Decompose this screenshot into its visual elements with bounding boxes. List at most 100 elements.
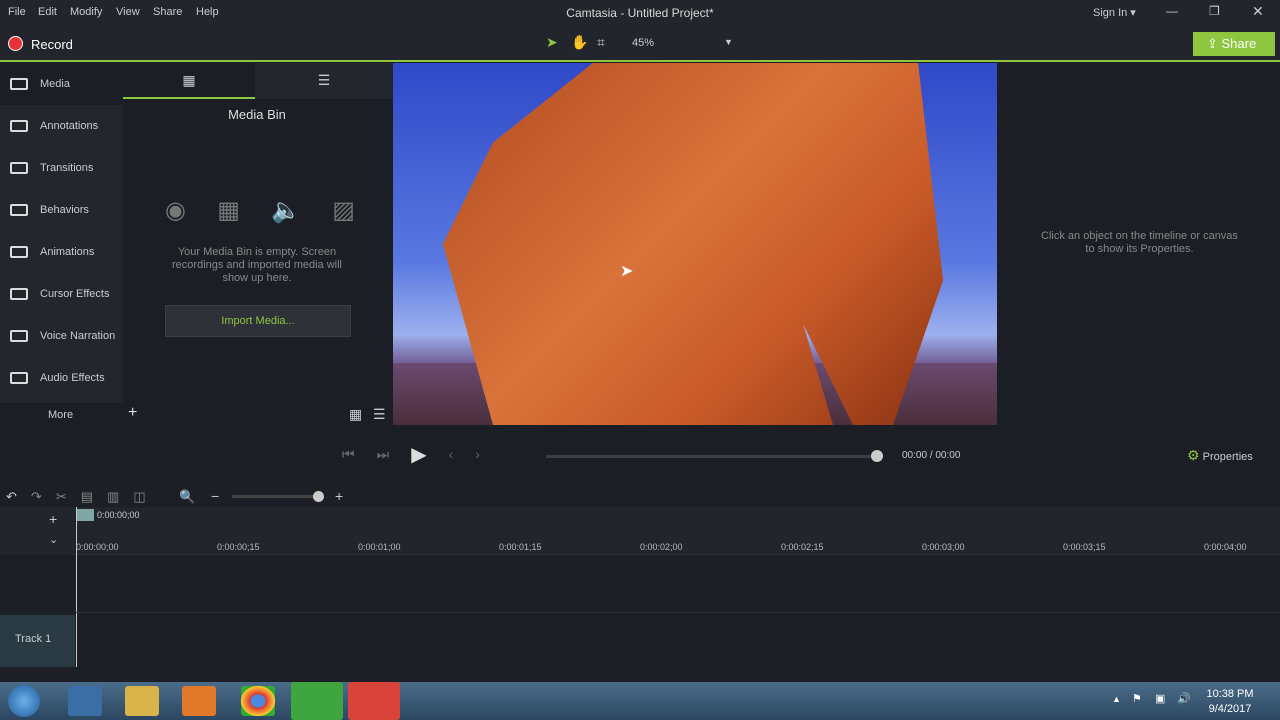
window-title: Camtasia - Untitled Project* (566, 6, 714, 20)
transition-icon (10, 162, 28, 174)
undo-icon[interactable]: ↶ (6, 489, 17, 505)
add-icon[interactable]: + (128, 404, 137, 422)
scrubber-handle[interactable] (871, 450, 883, 462)
film-icon: ▦ (182, 72, 196, 88)
properties-label: Properties (1202, 451, 1253, 463)
animation-icon (10, 246, 28, 258)
taskbar-chrome-icon[interactable] (241, 686, 275, 716)
share-button[interactable]: ⇪ Share (1193, 32, 1275, 56)
tab-library[interactable]: ☰ (255, 63, 393, 99)
add-track-button[interactable]: + (49, 511, 57, 527)
empty-message: Your Media Bin is empty. Screen recordin… (172, 246, 342, 284)
step-forward-icon[interactable]: ⏭ (377, 446, 390, 467)
record-button[interactable]: Record (31, 37, 73, 52)
maximize-button[interactable]: ❐ (1209, 4, 1220, 18)
properties-button[interactable]: ⚙ Properties (1187, 447, 1253, 464)
cursor-icon (10, 288, 28, 300)
redo-icon[interactable]: ↷ (31, 489, 42, 505)
paste-icon[interactable]: ▥ (107, 489, 119, 505)
minimize-button[interactable]: — (1166, 4, 1178, 18)
zoom-out-button[interactable]: − (211, 488, 219, 504)
import-media-button[interactable]: Import Media... (165, 305, 351, 337)
sidebar-label: Animations (40, 246, 95, 258)
sidebar-label: Behaviors (40, 204, 89, 216)
timeline-zoom-slider[interactable] (232, 495, 320, 498)
scrubber-track[interactable] (546, 455, 880, 458)
track-controls: + ⌄ (0, 507, 75, 555)
sidebar-item-media[interactable]: Media (0, 63, 123, 105)
start-button[interactable] (8, 685, 40, 717)
microphone-icon (10, 330, 28, 342)
properties-panel: Click an object on the timeline or canva… (997, 63, 1280, 483)
grid-view-icon[interactable]: ▦ (349, 406, 362, 423)
sidebar-label: Voice Narration (40, 330, 116, 342)
zoom-icon: 🔍 (179, 489, 196, 504)
speaker-icon (10, 372, 28, 384)
tick-label: 0:00:01;00 (358, 542, 401, 552)
crop-tool-icon[interactable]: ⌗ (597, 34, 605, 51)
share-label: Share (1221, 36, 1257, 51)
zoom-value: 45% (632, 37, 655, 49)
media-type-icons: ◉ ▦ 🔈 ▨ (165, 196, 355, 225)
more-button[interactable]: More (48, 409, 73, 421)
tick-label: 0:00:02;00 (640, 542, 683, 552)
close-button[interactable]: ✕ (1252, 3, 1264, 20)
sidebar-item-audio-effects[interactable]: Audio Effects (0, 357, 123, 399)
sidebar-item-annotations[interactable]: Annotations (0, 105, 123, 147)
gear-icon: ⚙ (1187, 447, 1200, 463)
clock[interactable]: 10:38 PM 9/4/2017 (1200, 687, 1260, 717)
zoom-in-button[interactable]: + (335, 488, 343, 504)
film-icon (10, 78, 28, 90)
taskbar-camtasia-icon[interactable] (291, 682, 343, 720)
previous-icon[interactable]: ‹ (449, 446, 454, 467)
volume-icon[interactable]: 🔊 (1177, 692, 1191, 705)
sidebar-label: Transitions (40, 162, 94, 174)
tab-media-bin[interactable]: ▦ (123, 63, 255, 99)
flag-icon[interactable]: ⚑ (1132, 692, 1142, 705)
menu-bar: File Edit Modify View Share Help Camtasi… (0, 0, 1280, 25)
playback-controls: ⏮ ⏭ ▶ ‹ › (342, 444, 480, 467)
copy-icon[interactable]: ▤ (81, 489, 93, 505)
rock-arch-legs (443, 63, 943, 425)
zoom-slider-handle[interactable] (313, 491, 324, 502)
sidebar-item-animations[interactable]: Animations (0, 231, 123, 273)
taskbar-recorder-icon[interactable] (348, 682, 400, 720)
taskbar-ie-icon[interactable] (68, 686, 102, 716)
time-separator: / (929, 450, 933, 461)
track-1-header[interactable]: Track 1 (0, 615, 75, 667)
zoom-select[interactable]: 45% ▼ (626, 34, 738, 54)
properties-hint: Click an object on the timeline or canva… (1041, 230, 1238, 255)
sidebar-item-behaviors[interactable]: Behaviors (0, 189, 123, 231)
playhead-handle[interactable] (76, 509, 94, 521)
tick-label: 0:00:03;15 (1063, 542, 1106, 552)
play-icon[interactable]: ▶ (411, 442, 426, 467)
list-view-icon[interactable]: ☰ (373, 406, 386, 423)
chevron-down-icon[interactable]: ⌄ (49, 533, 58, 546)
sidebar-label: Annotations (40, 120, 99, 132)
time-display: 00:00 / 00:00 (902, 450, 960, 461)
cut-icon[interactable]: ✂ (56, 489, 67, 505)
pan-tool-icon[interactable]: ✋ (571, 34, 588, 51)
sidebar-label: Media (40, 78, 70, 90)
chevron-down-icon: ▼ (724, 37, 733, 47)
playhead-time: 0:00:00;00 (97, 510, 140, 520)
step-back-icon[interactable]: ⏮ (342, 446, 355, 467)
taskbar-media-player-icon[interactable] (182, 686, 216, 716)
sidebar-item-transitions[interactable]: Transitions (0, 147, 123, 189)
tick-label: 0:00:00;00 (76, 542, 119, 552)
current-time: 00:00 (902, 450, 928, 461)
taskbar-explorer-icon[interactable] (125, 686, 159, 716)
sidebar-item-cursor-effects[interactable]: Cursor Effects (0, 273, 123, 315)
select-tool-icon[interactable]: ➤ (546, 34, 558, 51)
sidebar-item-voice-narration[interactable]: Voice Narration (0, 315, 123, 357)
split-icon[interactable]: ◫ (133, 489, 145, 505)
tick-label: 0:00:03;00 (922, 542, 965, 552)
next-icon[interactable]: › (475, 446, 480, 467)
sidebar-label: Audio Effects (40, 372, 105, 384)
sign-in-button[interactable]: Sign In ▾ (1093, 6, 1136, 19)
canvas-preview[interactable]: ➤ (393, 63, 997, 425)
network-icon[interactable]: ▣ (1155, 692, 1165, 705)
tray-expand-icon[interactable]: ▲ (1112, 694, 1121, 704)
clock-date: 9/4/2017 (1208, 703, 1252, 715)
annotation-icon (10, 120, 28, 132)
